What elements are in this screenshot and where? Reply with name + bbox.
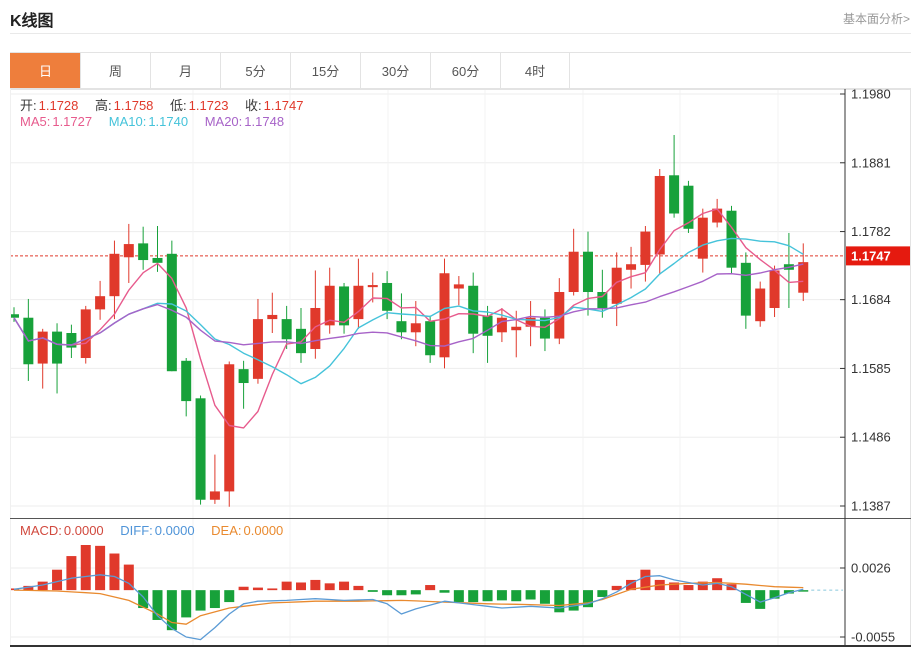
ma20-value: 1.1748 xyxy=(244,114,284,129)
period-tab-bar: 日 周 月 5分 15分 30分 60分 4时 xyxy=(10,52,911,89)
diff-value: 0.0000 xyxy=(155,523,195,538)
macd-label: MACD: xyxy=(20,523,62,538)
svg-text:1.1881: 1.1881 xyxy=(851,155,891,170)
tab-15min[interactable]: 15分 xyxy=(290,53,360,88)
dea-value: 0.0000 xyxy=(244,523,284,538)
ma5-label: MA5: xyxy=(20,114,50,129)
ohlc-open: 开:1.1728 xyxy=(20,98,78,113)
ohlc-high-label: 高: xyxy=(95,98,112,113)
svg-text:1.1585: 1.1585 xyxy=(851,361,891,376)
ohlc-low-value: 1.1723 xyxy=(189,98,229,113)
ma5-value: 1.1727 xyxy=(52,114,92,129)
ma5-item: MA5:1.1727 xyxy=(20,114,92,129)
kline-chart-canvas[interactable]: 1.1980 1.1881 1.1782 1.1684 1.1585 1.1486 1.13… xyxy=(10,89,911,647)
ohlc-high: 高:1.1758 xyxy=(95,98,153,113)
title-divider xyxy=(10,33,911,34)
fundamental-analysis-link[interactable]: 基本面分析> xyxy=(843,10,910,27)
ma20-item: MA20:1.1748 xyxy=(205,114,284,129)
svg-text:1.1980: 1.1980 xyxy=(851,89,891,102)
kline-chart-area[interactable]: 1.1980 1.1881 1.1782 1.1684 1.1585 1.1486 1.13… xyxy=(10,89,911,647)
svg-text:-0.0055: -0.0055 xyxy=(851,630,895,645)
svg-text:1.1486: 1.1486 xyxy=(851,430,891,445)
diff-label: DIFF: xyxy=(120,523,153,538)
ohlc-open-label: 开: xyxy=(20,98,37,113)
ohlc-close-label: 收: xyxy=(245,98,262,113)
kline-page: K线图 基本面分析> 日 周 月 5分 15分 30分 60分 4时 1.198… xyxy=(0,0,915,649)
dea-label: DEA: xyxy=(211,523,241,538)
macd-legend: MACD:0.0000 DIFF:0.0000 DEA:0.0000 xyxy=(20,523,296,538)
tab-4hour[interactable]: 4时 xyxy=(500,53,570,88)
tab-60min[interactable]: 60分 xyxy=(430,53,500,88)
ohlc-legend: 开:1.1728 高:1.1758 低:1.1723 收:1.1747 xyxy=(20,95,316,114)
ma20-label: MA20: xyxy=(205,114,243,129)
svg-text:0.0026: 0.0026 xyxy=(851,561,891,576)
svg-text:1.1747: 1.1747 xyxy=(851,248,891,263)
dea-item: DEA:0.0000 xyxy=(211,523,283,538)
macd-value: 0.0000 xyxy=(64,523,104,538)
ma10-value: 1.1740 xyxy=(148,114,188,129)
tab-5min[interactable]: 5分 xyxy=(220,53,290,88)
tab-bar-filler xyxy=(570,53,911,88)
ohlc-low-label: 低: xyxy=(170,98,187,113)
ohlc-close: 收:1.1747 xyxy=(245,98,303,113)
macd-item: MACD:0.0000 xyxy=(20,523,104,538)
ma10-label: MA10: xyxy=(109,114,147,129)
ohlc-close-value: 1.1747 xyxy=(264,98,304,113)
svg-text:1.1782: 1.1782 xyxy=(851,224,891,239)
ma10-item: MA10:1.1740 xyxy=(109,114,188,129)
tab-daily[interactable]: 日 xyxy=(10,53,80,88)
tab-monthly[interactable]: 月 xyxy=(150,53,220,88)
page-title: K线图 xyxy=(10,7,54,31)
ohlc-low: 低:1.1723 xyxy=(170,98,228,113)
ohlc-open-value: 1.1728 xyxy=(39,98,79,113)
svg-text:1.1387: 1.1387 xyxy=(851,499,891,514)
tab-weekly[interactable]: 周 xyxy=(80,53,150,88)
diff-item: DIFF:0.0000 xyxy=(120,523,194,538)
tab-30min[interactable]: 30分 xyxy=(360,53,430,88)
svg-text:1.1684: 1.1684 xyxy=(851,292,891,307)
ohlc-high-value: 1.1758 xyxy=(114,98,154,113)
ma-legend: MA5:1.1727 MA10:1.1740 MA20:1.1748 xyxy=(20,114,297,129)
